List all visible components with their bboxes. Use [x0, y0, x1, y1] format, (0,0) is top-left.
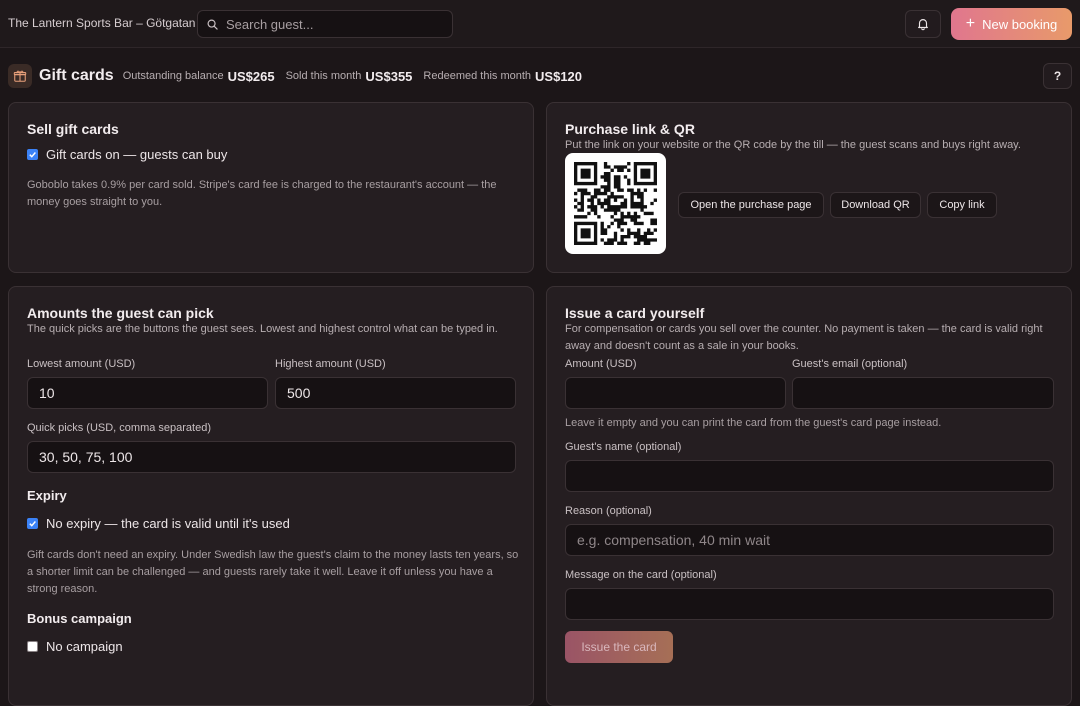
search-box[interactable] [197, 10, 453, 38]
issue-card-button[interactable]: Issue the card [565, 631, 673, 663]
highest-amount-input[interactable] [275, 377, 516, 409]
bonus-campaign-title: Bonus campaign [27, 611, 132, 626]
no-campaign-toggle[interactable]: No campaign [27, 639, 123, 654]
quick-picks-label: Quick picks (USD, comma separated) [27, 422, 211, 434]
gift-cards-on-toggle[interactable]: Gift cards on — guests can buy [27, 147, 227, 162]
card-message-input[interactable] [565, 588, 1054, 620]
amounts-title: Amounts the guest can pick [27, 305, 214, 321]
copy-link-button[interactable]: Copy link [927, 192, 997, 218]
lowest-amount-input[interactable] [27, 377, 268, 409]
no-expiry-toggle[interactable]: No expiry — the card is valid until it's… [27, 516, 290, 531]
card-message-label: Message on the card (optional) [565, 569, 717, 581]
amount-input[interactable] [565, 377, 786, 409]
purchase-description: Put the link on your website or the QR c… [565, 139, 1021, 151]
expiry-title: Expiry [27, 488, 67, 503]
no-expiry-checkbox[interactable] [27, 518, 38, 529]
no-campaign-checkbox[interactable] [27, 641, 38, 652]
new-booking-button[interactable]: + New booking [951, 8, 1072, 40]
stat-redeemed-value: US$120 [535, 68, 583, 84]
amounts-card: Amounts the guest can pick The quick pic… [8, 286, 534, 706]
email-hint: Leave it empty and you can print the car… [565, 417, 942, 429]
stat-outstanding-label: Outstanding balance [122, 70, 224, 82]
expiry-note: Gift cards don't need an expiry. Under S… [27, 549, 519, 595]
page-header: Gift cards Outstanding balance US$265 So… [8, 64, 582, 88]
new-booking-label: New booking [982, 16, 1058, 32]
amount-label: Amount (USD) [565, 358, 637, 370]
search-icon [207, 19, 218, 30]
amounts-description: The quick picks are the buttons the gues… [27, 323, 498, 335]
plus-icon: + [965, 14, 976, 32]
reason-input[interactable] [565, 524, 1054, 556]
open-purchase-page-button[interactable]: Open the purchase page [678, 192, 824, 218]
guest-name-label: Guest's name (optional) [565, 441, 682, 453]
no-expiry-label: No expiry — the card is valid until it's… [46, 516, 290, 531]
sell-title: Sell gift cards [27, 121, 119, 137]
venue-name: The Lantern Sports Bar – Götgatan [8, 16, 196, 30]
qr-code [565, 153, 666, 254]
highest-amount-label: Highest amount (USD) [275, 358, 386, 370]
guest-email-label: Guest's email (optional) [792, 358, 908, 370]
purchase-title: Purchase link & QR [565, 121, 695, 137]
gift-icon [8, 64, 32, 88]
guest-email-input[interactable] [792, 377, 1054, 409]
reason-label: Reason (optional) [565, 505, 652, 517]
download-qr-button[interactable]: Download QR [830, 192, 921, 218]
fee-note: Goboblo takes 0.9% per card sold. Stripe… [27, 179, 497, 208]
purchase-link-card: Purchase link & QR Put the link on your … [546, 102, 1072, 273]
top-bar: The Lantern Sports Bar – Götgatan + New … [0, 0, 1080, 48]
page-title: Gift cards [39, 67, 114, 84]
gift-cards-on-checkbox[interactable] [27, 149, 38, 160]
issue-description: For compensation or cards you sell over … [565, 323, 1043, 352]
stat-outstanding-value: US$265 [227, 68, 275, 84]
issue-card-card: Issue a card yourself For compensation o… [546, 286, 1072, 706]
stat-redeemed-label: Redeemed this month [423, 70, 532, 82]
checkmark-icon [29, 152, 36, 158]
help-button[interactable]: ? [1043, 63, 1072, 89]
gift-cards-on-label: Gift cards on — guests can buy [46, 147, 228, 162]
notifications-button[interactable] [905, 10, 941, 38]
stat-sold-value: US$355 [365, 68, 413, 84]
search-input[interactable] [226, 16, 436, 32]
issue-title: Issue a card yourself [565, 305, 705, 321]
checkmark-icon [29, 521, 36, 527]
stat-sold-label: Sold this month [285, 70, 362, 82]
quick-picks-input[interactable] [27, 441, 516, 473]
no-campaign-label: No campaign [46, 639, 123, 654]
bell-icon [918, 19, 928, 31]
sell-gift-cards-card: Sell gift cards Gift cards on — guests c… [8, 102, 534, 273]
lowest-amount-label: Lowest amount (USD) [27, 358, 136, 370]
guest-name-input[interactable] [565, 460, 1054, 492]
